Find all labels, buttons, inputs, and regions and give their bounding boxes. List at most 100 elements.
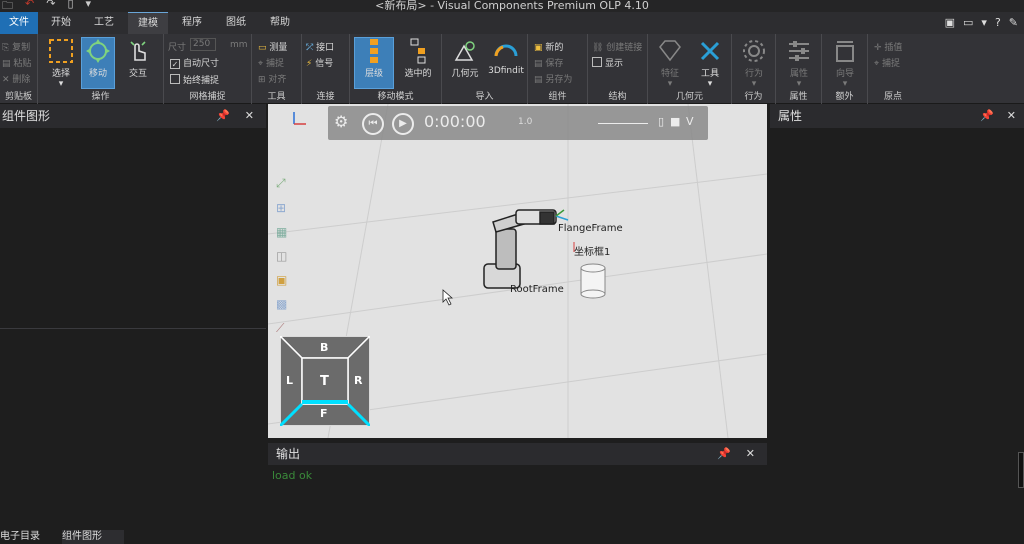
save-component-button[interactable]: ▤ 保存 [534,56,563,69]
tab-drawing[interactable]: 图纸 [216,12,256,34]
tab-file[interactable]: 文件 [0,12,38,34]
signal-button[interactable]: ⚡ 信号 [306,56,333,69]
group-label-move-mode: 移动模式 [377,92,414,102]
origin-snap-button[interactable]: ⌖ 捕捉 [874,56,900,69]
cube-left-face[interactable]: L [286,374,293,387]
hand-icon [130,41,146,61]
measure-view-icon[interactable]: ⟋ [276,321,294,336]
group-label-extra: 额外 [835,92,854,102]
new-component-button[interactable]: ▣ 新的 [534,40,563,53]
play-button[interactable]: ▶ [392,113,414,135]
cube-front-face[interactable]: F [320,407,328,420]
feature-button[interactable]: 特征 ▾ [652,38,688,89]
speed-slider[interactable] [598,123,648,124]
tab-component-graphics[interactable]: 组件图形 [62,530,124,544]
fit-icon[interactable]: ⤢ [276,176,294,191]
reset-button[interactable]: ⏮ [362,113,384,135]
layout-icon[interactable]: ▣ [945,16,955,29]
output-title: 输出 [276,447,301,461]
group-label-operation: 操作 [91,92,110,102]
3d-viewport[interactable]: FlangeFrame 坐标框1 RootFrame ⚙ ⏮ ▶ 0:00:00… [268,104,767,438]
show-checkbox[interactable]: 显示 [592,56,623,69]
interact-button[interactable]: 交互 [120,38,156,88]
group-label-behavior: 行为 [744,92,763,102]
always-snap-checkbox[interactable]: 始终捕捉 [170,73,219,86]
pin-icon[interactable]: 📌 [216,104,230,128]
copy-button[interactable]: ⎘ 复制 [2,40,30,53]
zoom-icon[interactable]: ⊞ [276,201,294,215]
move-button[interactable]: 移动 [81,37,115,89]
cube-right-face[interactable]: R [354,374,362,387]
group-structure: ⛓ 创建链接 显示 结构 [588,34,648,104]
lightning-icon: ⚡ [306,59,313,69]
save-as-component-button[interactable]: ▤ 另存为 [534,72,572,85]
cube-back-face[interactable]: B [320,341,328,354]
output-panel-header: 输出 📌 ✕ [268,443,767,465]
auto-size-checkbox[interactable]: ✓ 自动尺寸 [170,56,219,69]
geometry-tools-button[interactable]: 工具 ▾ [692,38,728,89]
camera-icon[interactable]: ■ [670,115,680,128]
output-close-icon[interactable]: ✕ [746,443,755,465]
simulation-control-bar: ⚙ ⏮ ▶ 0:00:00 1.0 ▯ ■ V [328,106,708,140]
sim-settings-icon[interactable]: ⚙ [334,112,348,131]
delete-button[interactable]: ✕ 删除 [2,72,30,85]
behavior-button[interactable]: 行为 ▾ [736,38,772,89]
close-icon[interactable]: ✕ [245,104,254,128]
selected-button[interactable]: 选中的 [398,38,438,88]
group-label-import: 导入 [475,92,494,102]
view-icon[interactable]: ▦ [276,225,294,239]
port-icon: ⤱ [306,43,314,53]
left-panel-title: 组件图形 [2,109,51,123]
perspective-icon[interactable]: ◫ [276,249,294,263]
group-label-properties: 属性 [789,92,808,102]
size-unit: mm [230,40,248,50]
tab-help[interactable]: 帮助 [260,12,300,34]
tab-home[interactable]: 开始 [42,12,80,34]
tab-program[interactable]: 程序 [172,12,212,34]
properties-button[interactable]: 属性 ▾ [780,38,818,89]
pdf-icon[interactable]: ▯ [658,115,664,128]
left-panel-header: 组件图形 📌 ✕ [0,104,266,128]
group-label-origin: 原点 [883,92,902,102]
geometry-icon [454,41,475,61]
robot-model[interactable] [483,209,569,289]
geometry-import-button[interactable]: 几何元 [446,38,484,88]
dropdown-icon[interactable]: ▾ [981,16,987,29]
group-label-tools: 工具 [267,92,286,102]
measure-button[interactable]: ▭ 测量 [258,40,287,53]
properties-pin-icon[interactable]: 📌 [980,104,994,128]
wizard-button[interactable]: 向导 ▾ [826,38,864,89]
diamond-icon [659,40,681,62]
cylinder-model[interactable] [580,263,606,299]
properties-close-icon[interactable]: ✕ [1007,104,1016,128]
settings-icon[interactable]: ✎ [1009,16,1018,29]
tab-modeling[interactable]: 建模 [128,12,168,34]
right-panel: 属性 📌 ✕ [770,104,1024,544]
tab-process[interactable]: 工艺 [84,12,124,34]
render-icon[interactable]: ▣ [276,273,294,287]
layer-button[interactable]: 层级 [354,37,394,89]
panel-divider [0,328,266,329]
vr-icon[interactable]: V [686,115,694,128]
flange-frame-label: FlangeFrame [558,223,623,234]
output-pin-icon[interactable]: 📌 [717,443,731,465]
align-button[interactable]: ⊞ 对齐 [258,72,286,85]
create-link-button[interactable]: ⛓ 创建链接 [592,40,642,53]
window-icon[interactable]: ▭ [963,16,973,29]
help-icon[interactable]: ? [995,16,1001,29]
root-frame-label: RootFrame [510,284,564,295]
cube-top-face[interactable]: T [320,374,329,389]
tab-ecatalog[interactable]: 电子目录 [0,530,60,544]
grid-icon[interactable]: ▩ [276,297,294,311]
size-input[interactable]: 250 [190,38,216,51]
side-handle[interactable] [1018,452,1024,488]
port-button[interactable]: ⤱ 接口 [306,40,334,53]
insert-button[interactable]: ✛ 插值 [874,40,902,53]
3dfindit-button[interactable]: 3Dfindit [486,38,526,88]
group-label-snap: 网格捕捉 [189,92,226,102]
select-button[interactable]: 选择 ▾ [44,38,78,89]
paste-button[interactable]: ▤ 粘贴 [2,56,31,69]
snap-button[interactable]: ⌖ 捕捉 [258,56,284,69]
group-label-geometry: 几何元 [675,92,703,102]
wizard-icon [836,41,854,62]
